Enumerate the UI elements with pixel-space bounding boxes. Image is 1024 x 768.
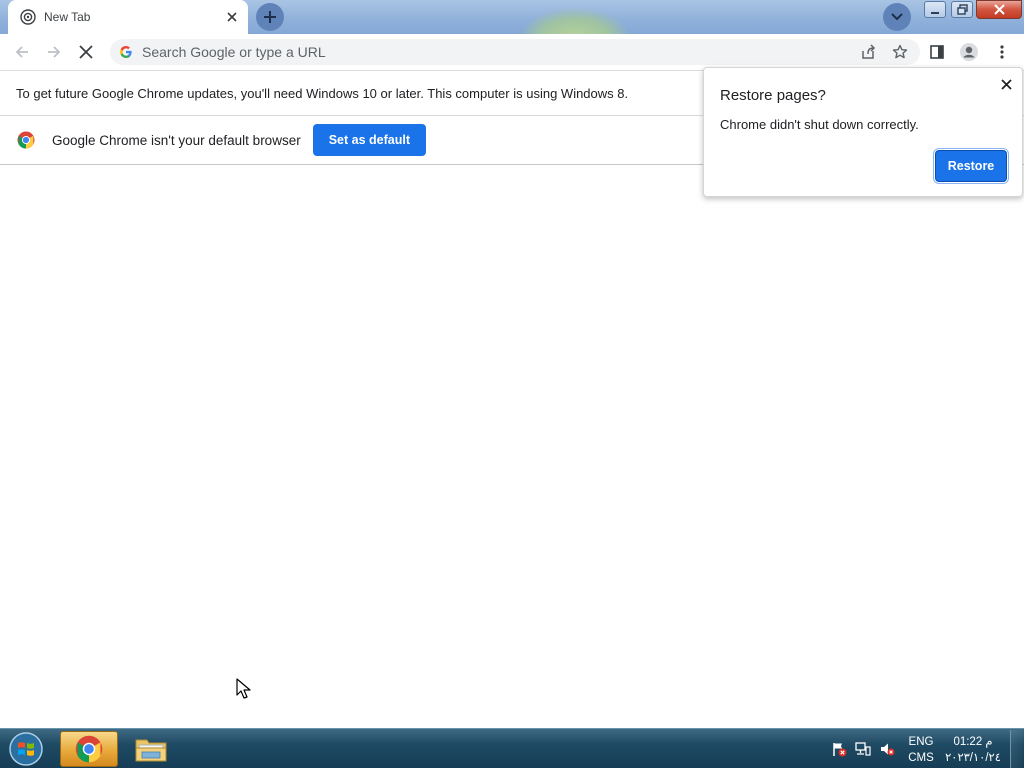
title-bar: New Tab	[0, 0, 1024, 34]
clock-date: ٢٠٢٣/١٠/٢٤	[945, 752, 1001, 764]
chrome-logo-icon	[75, 735, 103, 763]
share-icon[interactable]	[856, 40, 880, 64]
side-panel-icon[interactable]	[925, 40, 949, 64]
minimize-icon	[931, 11, 939, 14]
google-g-icon	[120, 45, 132, 58]
restore-dialog-message: Chrome didn't shut down correctly.	[720, 117, 919, 132]
close-icon	[993, 4, 1005, 15]
taskbar-chrome-button[interactable]	[60, 731, 118, 767]
default-browser-text: Google Chrome isn't your default browser	[52, 132, 301, 148]
omnibox-placeholder: Search Google or type a URL	[142, 44, 326, 60]
omnibox[interactable]: Search Google or type a URL	[110, 39, 920, 65]
volume-muted-icon[interactable]	[879, 741, 895, 757]
restore-dialog-title: Restore pages?	[720, 87, 826, 104]
windows-taskbar: ENG CMS 01:22 م ٢٠٢٣/١٠/٢٤	[0, 728, 1024, 768]
page-content	[0, 165, 1024, 728]
taskbar-file-explorer-button[interactable]	[122, 731, 180, 767]
clock-time: 01:22 م	[953, 736, 993, 748]
chevron-down-icon	[891, 13, 903, 21]
minimize-button[interactable]	[922, 0, 948, 19]
tab-title: New Tab	[44, 10, 91, 24]
new-tab-button[interactable]	[256, 3, 284, 31]
restore-window-button[interactable]	[949, 0, 975, 19]
plus-icon	[264, 11, 276, 23]
mouse-cursor-icon	[236, 678, 251, 699]
tab-new-tab[interactable]: New Tab	[8, 0, 248, 34]
system-clock[interactable]: 01:22 م ٢٠٢٣/١٠/٢٤	[942, 734, 1004, 766]
tab-close-icon[interactable]	[222, 7, 242, 27]
windows-start-orb-icon	[9, 732, 43, 766]
ime-label: CMS	[908, 752, 934, 764]
network-icon[interactable]	[855, 741, 871, 757]
chrome-logo-icon	[17, 131, 35, 149]
folder-icon	[135, 739, 167, 762]
window-background-decoration	[520, 8, 630, 34]
close-window-button[interactable]	[976, 0, 1022, 19]
restore-window-icon	[956, 4, 968, 15]
language-label: ENG	[908, 736, 934, 748]
bookmark-star-icon[interactable]	[888, 40, 912, 64]
stop-loading-icon[interactable]	[74, 40, 98, 64]
language-indicator[interactable]: ENG CMS	[905, 734, 937, 766]
browser-toolbar: Search Google or type a URL	[0, 34, 1024, 71]
profile-avatar-icon[interactable]	[957, 40, 981, 64]
restore-button[interactable]: Restore	[933, 148, 1009, 184]
action-center-flag-icon[interactable]	[831, 741, 847, 757]
show-desktop-button[interactable]	[1010, 730, 1023, 768]
start-button[interactable]	[6, 731, 46, 767]
forward-arrow-icon[interactable]	[42, 40, 66, 64]
update-infobar-text: To get future Google Chrome updates, you…	[16, 85, 629, 101]
restore-pages-dialog: Restore pages? Chrome didn't shut down c…	[703, 67, 1023, 197]
new-tab-favicon-icon	[20, 9, 36, 25]
tab-search-button[interactable]	[883, 3, 911, 31]
more-menu-icon[interactable]	[990, 40, 1014, 64]
set-as-default-button[interactable]: Set as default	[312, 124, 426, 156]
close-icon[interactable]	[996, 74, 1016, 94]
back-arrow-icon[interactable]	[10, 40, 34, 64]
